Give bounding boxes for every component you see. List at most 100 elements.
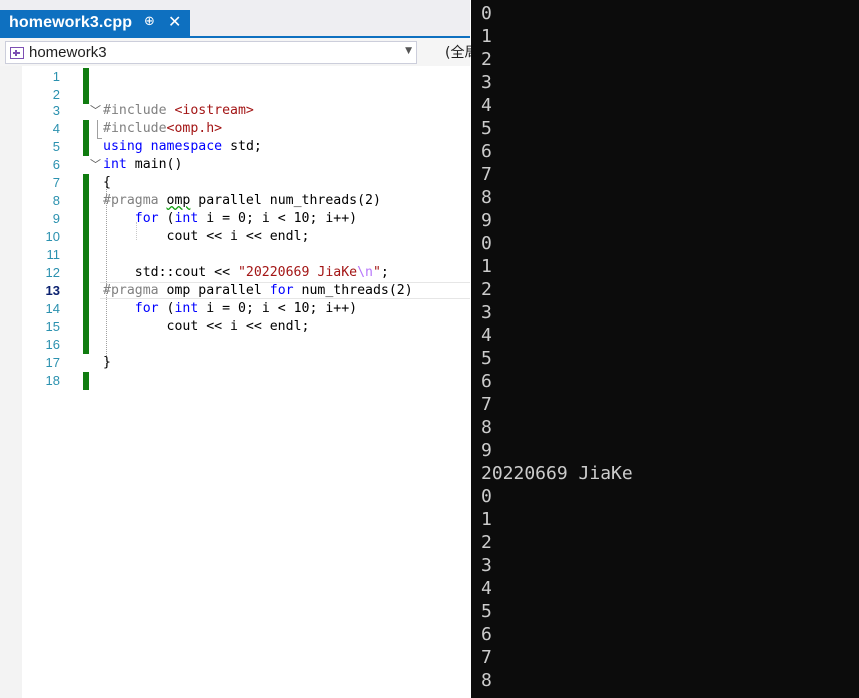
code-token: for — [134, 301, 159, 316]
code-line: 12 std::cout << "20220669 JiaKe\n"; — [22, 264, 470, 282]
change-marker — [83, 246, 89, 264]
console-line: 9 — [481, 210, 492, 231]
line-number: 8 — [52, 193, 60, 208]
code-token: int — [103, 157, 127, 172]
code-token: i = 0; i < 10; i++) — [198, 211, 358, 226]
code-token: #pragma — [103, 193, 167, 208]
code-token: #include — [103, 121, 167, 136]
code-line: 4 #include<omp.h> — [22, 120, 470, 138]
code-line: 14 for (int i = 0; i < 10; i++) — [22, 300, 470, 318]
code-token: } — [103, 355, 111, 370]
line-number: 6 — [52, 157, 60, 172]
code-line: 15 cout << i << endl; — [22, 318, 470, 336]
change-marker — [83, 138, 89, 156]
tab-homework3-cpp[interactable]: homework3.cpp ⊕ ✕ — [0, 10, 190, 36]
console-line: 8 — [481, 670, 492, 691]
code-token: ; — [380, 265, 389, 280]
console-line: 4 — [481, 325, 492, 346]
code-token: i = 0; i < 10; i++) — [198, 301, 358, 316]
code-line: 6 ﹀ int main() — [22, 156, 470, 174]
collapse-chevron-icon[interactable]: ﹀ — [90, 156, 101, 174]
code-token: int — [174, 301, 199, 316]
console-line: 3 — [481, 302, 492, 323]
line-number: 4 — [52, 121, 60, 136]
console-window[interactable]: 0 1 2 3 4 5 6 7 8 9 0 1 2 3 4 5 6 7 8 9 … — [471, 0, 859, 698]
code-editor[interactable]: 1 2 3 ﹀ #include <iostream> 4 #include<o… — [22, 66, 470, 698]
code-line: 17 } — [22, 354, 470, 372]
code-token: main() — [126, 157, 183, 172]
console-line: 2 — [481, 279, 492, 300]
console-line: 6 — [481, 371, 492, 392]
code-token: <omp.h> — [166, 121, 223, 136]
change-marker — [83, 282, 89, 300]
code-token: parallel num_threads(2) — [190, 193, 381, 208]
console-line: 9 — [481, 440, 492, 461]
project-name: homework3 — [29, 44, 107, 61]
chevron-down-icon[interactable]: ▼ — [405, 46, 412, 56]
console-line: 3 — [481, 555, 492, 576]
console-line: 2 — [481, 49, 492, 70]
console-line: 20220669 JiaKe — [481, 463, 633, 484]
code-token: std; — [222, 139, 262, 154]
change-marker — [83, 318, 89, 336]
code-line: 8 #pragma omp parallel num_threads(2) — [22, 192, 470, 210]
line-number: 14 — [45, 301, 60, 316]
line-number: 18 — [45, 373, 60, 388]
line-number: 10 — [45, 229, 60, 244]
code-line: 18 — [22, 372, 470, 390]
pin-icon[interactable]: ⊕ — [144, 14, 155, 29]
project-dropdown[interactable]: homework3 ▼ — [5, 41, 417, 64]
console-line: 1 — [481, 256, 492, 277]
change-marker — [83, 372, 89, 390]
code-token: cout << i << endl; — [166, 229, 310, 244]
code-token: std::cout << — [134, 265, 238, 280]
line-number: 12 — [45, 265, 60, 280]
code-token: #pragma — [103, 283, 167, 298]
console-line: 1 — [481, 509, 492, 530]
code-token: <iostream> — [174, 103, 254, 118]
change-marker — [83, 68, 89, 86]
change-marker — [83, 264, 89, 282]
code-token: using — [103, 139, 143, 154]
console-line: 5 — [481, 601, 492, 622]
console-line: 6 — [481, 624, 492, 645]
console-line: 5 — [481, 348, 492, 369]
line-number: 1 — [52, 69, 60, 84]
code-line: 5 using namespace std; — [22, 138, 470, 156]
tab-title: homework3.cpp — [9, 14, 133, 31]
code-line: 3 ﹀ #include <iostream> — [22, 102, 470, 120]
code-token: ( — [158, 301, 175, 316]
code-line: 11 — [22, 246, 470, 264]
change-marker — [83, 228, 89, 246]
console-line: 8 — [481, 417, 492, 438]
console-line: 2 — [481, 532, 492, 553]
change-marker — [83, 336, 89, 354]
code-token: " — [372, 265, 381, 280]
code-token: \n — [357, 265, 373, 280]
change-marker — [83, 210, 89, 228]
document-tab-bar: homework3.cpp ⊕ ✕ — [0, 0, 470, 38]
code-line: 10 cout << i << endl; — [22, 228, 470, 246]
line-number: 9 — [52, 211, 60, 226]
console-line: 8 — [481, 187, 492, 208]
editor-left-margin — [0, 66, 22, 698]
line-number: 7 — [52, 175, 60, 190]
code-line: 1 — [22, 68, 470, 86]
code-line-current: 13 #pragma omp parallel for num_threads(… — [22, 282, 470, 300]
line-number: 11 — [46, 247, 61, 262]
code-token: omp — [166, 193, 191, 208]
console-line: 0 — [481, 233, 492, 254]
close-icon[interactable]: ✕ — [168, 12, 181, 31]
change-marker — [83, 192, 89, 210]
navigation-bar: homework3 ▼ (全局 — [0, 38, 478, 67]
change-marker — [83, 300, 89, 318]
code-token: namespace — [150, 139, 223, 154]
collapse-chevron-icon[interactable]: ﹀ — [90, 102, 101, 120]
line-number: 17 — [45, 355, 60, 370]
console-line: 0 — [481, 486, 492, 507]
console-line: 5 — [481, 118, 492, 139]
console-line: 6 — [481, 141, 492, 162]
line-number: 15 — [45, 319, 60, 334]
console-line: 4 — [481, 578, 492, 599]
code-token: for — [134, 211, 159, 226]
